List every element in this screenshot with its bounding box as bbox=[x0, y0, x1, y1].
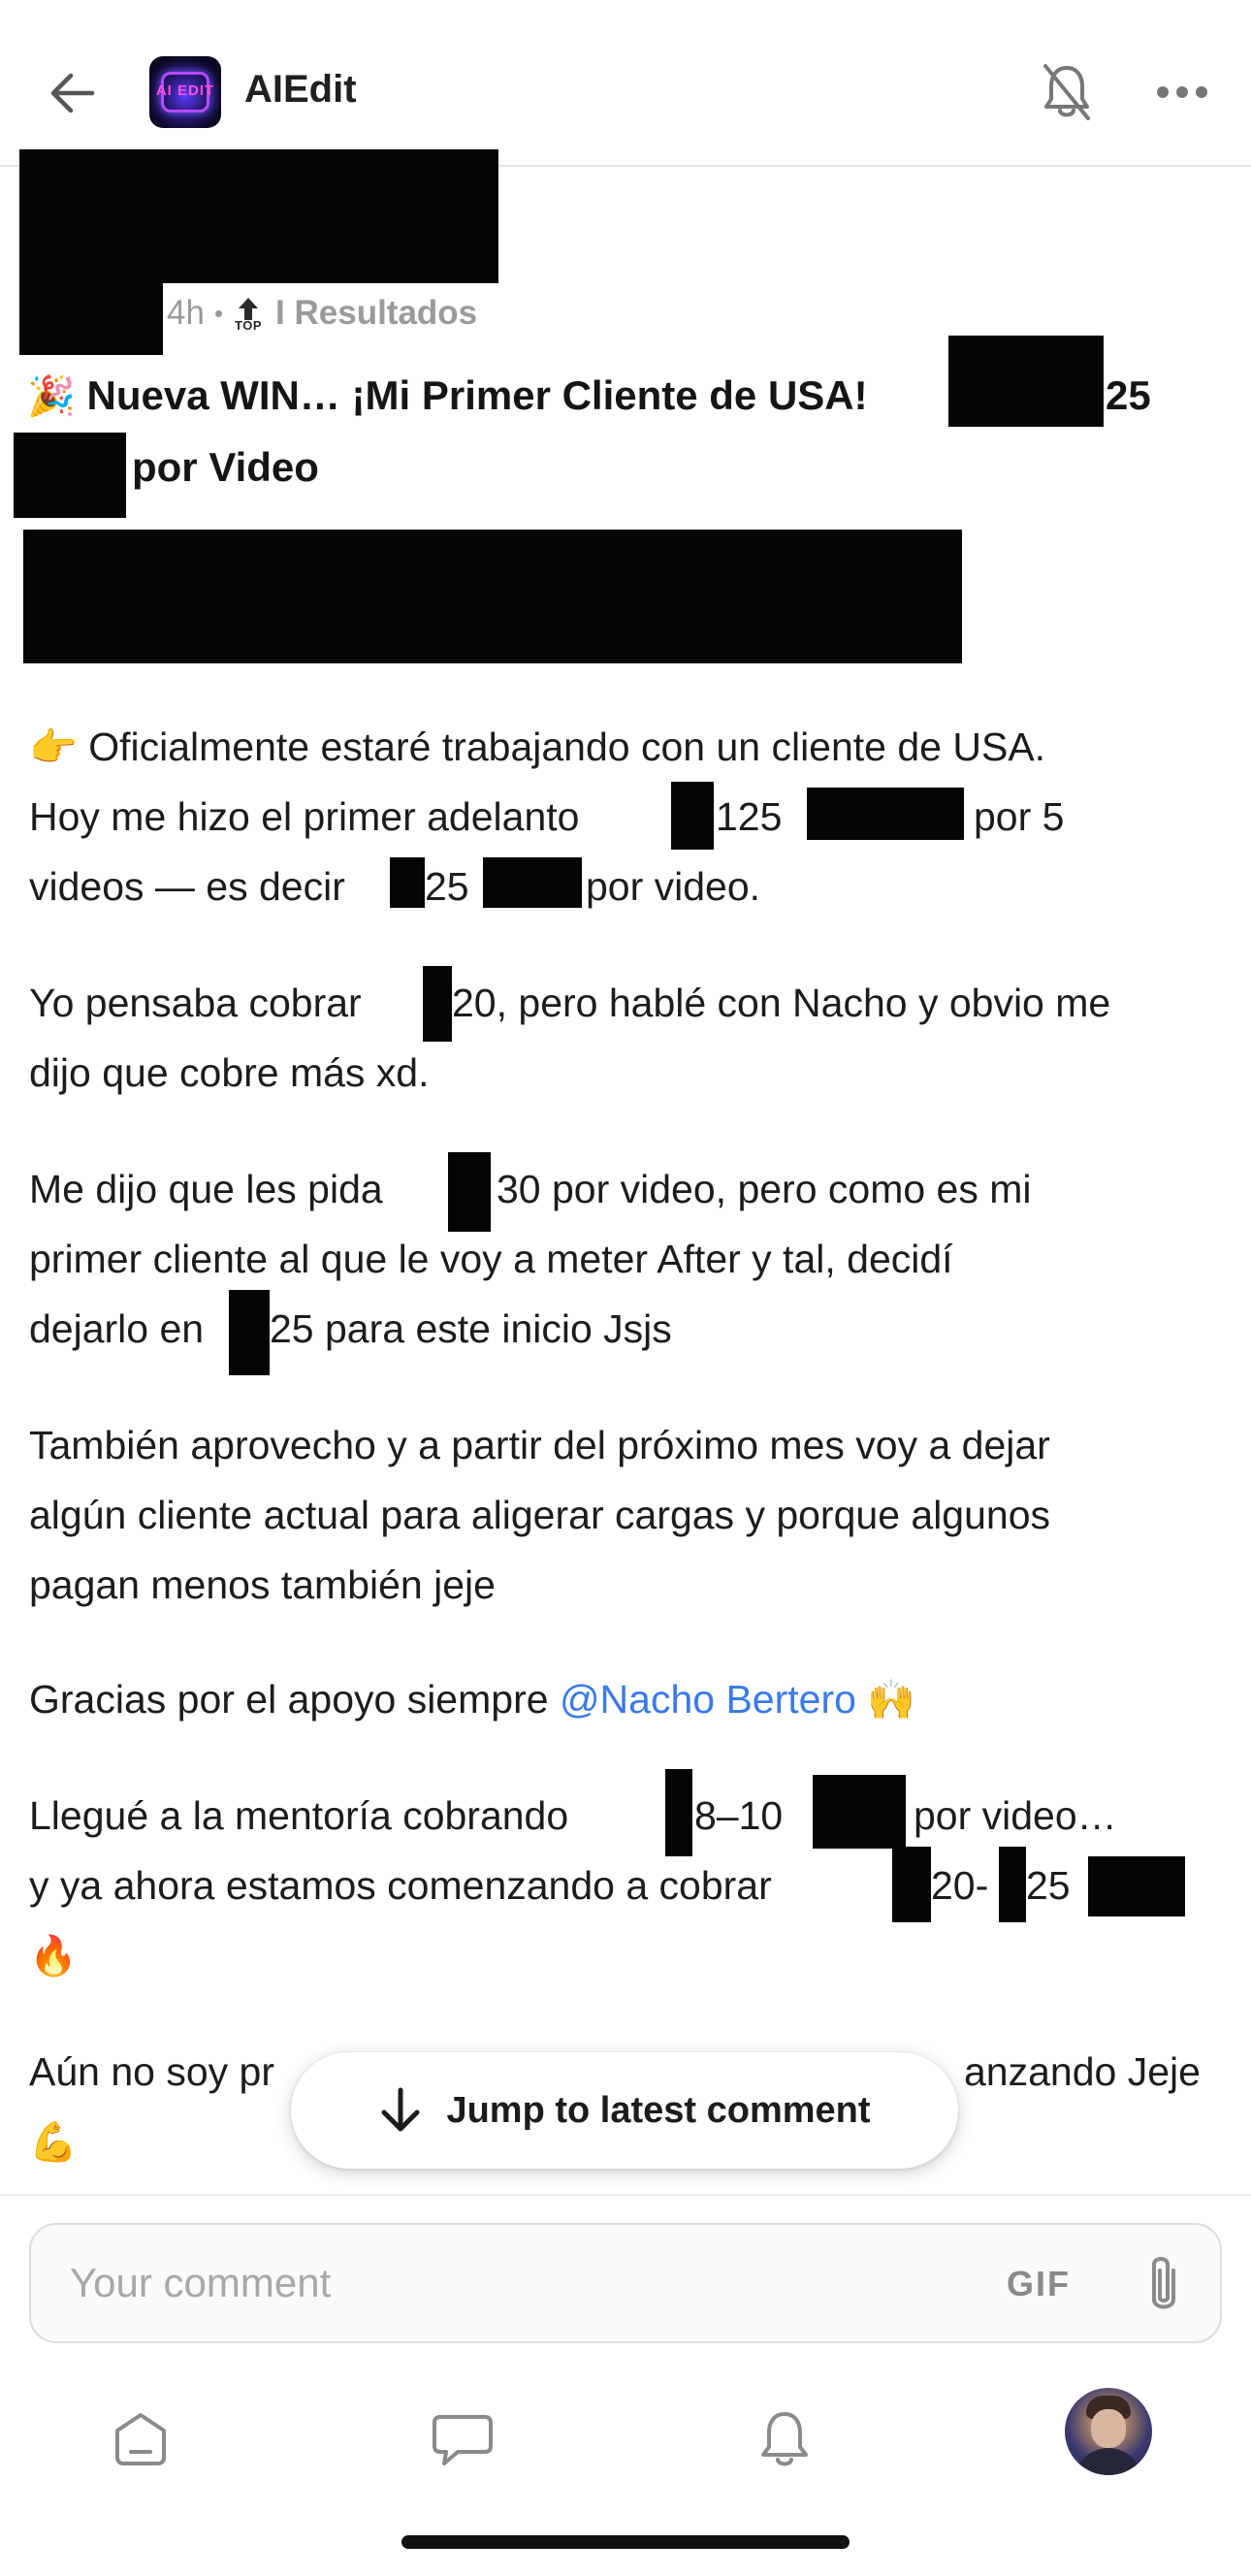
nav-home[interactable] bbox=[97, 2396, 184, 2483]
arrow-down-icon bbox=[381, 2087, 420, 2132]
body-text: por video. bbox=[586, 864, 761, 909]
nav-chat[interactable] bbox=[419, 2396, 506, 2483]
body-text: 30 por video, pero como es mi bbox=[497, 1167, 1032, 1211]
body-line: Aún no soy pr bbox=[29, 2049, 274, 2094]
comment-placeholder: Your comment bbox=[70, 2260, 332, 2305]
party-popper-emoji: 🎉 bbox=[27, 375, 76, 418]
comment-bar: Your comment GIF bbox=[0, 2194, 1251, 2343]
body-amount: 125 bbox=[716, 794, 783, 839]
more-icon bbox=[1157, 86, 1207, 98]
bottom-navigation bbox=[0, 2367, 1251, 2502]
redacted-symbol bbox=[423, 966, 452, 1042]
body-line: También aprovecho y a partir del próximo… bbox=[29, 1423, 1050, 1467]
title-text: Nueva WIN… ¡Mi Primer Cliente de USA! bbox=[86, 372, 868, 418]
notifications-icon bbox=[761, 2412, 808, 2466]
body-line: pagan menos también jeje bbox=[29, 1562, 496, 1607]
redacted-currency bbox=[1088, 1856, 1185, 1916]
redacted-symbol bbox=[892, 1847, 931, 1922]
body-line: Yo pensaba cobrar bbox=[29, 981, 362, 1025]
bell-off-icon bbox=[1043, 64, 1090, 120]
raised-hands-emoji: 🙌 bbox=[867, 1679, 916, 1722]
pointing-right-emoji: 👉 bbox=[29, 726, 78, 769]
chat-icon bbox=[433, 2415, 493, 2465]
meta-separator: • bbox=[213, 298, 224, 328]
jump-label: Jump to latest comment bbox=[446, 2089, 871, 2131]
body-text: Gracias por el apoyo siempre bbox=[29, 1677, 549, 1722]
body-amount: 20- bbox=[931, 1863, 989, 1908]
redacted-currency bbox=[807, 788, 964, 840]
nav-notifications[interactable] bbox=[741, 2396, 828, 2483]
home-indicator[interactable] bbox=[401, 2535, 850, 2549]
top-bar: AI EDIT AIEdit bbox=[0, 0, 1251, 167]
body-text: anzando Jeje bbox=[964, 2049, 1201, 2094]
post-meta: 4h • TOP I Resultados bbox=[167, 289, 477, 338]
comment-input[interactable]: Your comment GIF bbox=[29, 2223, 1222, 2343]
body-text: por 5 bbox=[974, 794, 1065, 839]
redacted-image bbox=[23, 530, 962, 663]
body-line: Gracias por el apoyo siempre @Nacho Bert… bbox=[29, 1664, 915, 1735]
redacted-currency bbox=[14, 433, 126, 518]
post-title-line-1: 🎉 Nueva WIN… ¡Mi Primer Cliente de USA! bbox=[27, 361, 868, 432]
redacted-symbol bbox=[999, 1847, 1026, 1922]
redacted-currency bbox=[813, 1775, 906, 1849]
redacted-symbol bbox=[390, 857, 425, 908]
profile-avatar[interactable] bbox=[1065, 2388, 1152, 2475]
flexed-biceps-emoji: 💪 bbox=[29, 2121, 78, 2164]
body-line: 💪 bbox=[29, 2107, 78, 2177]
body-text: por video… bbox=[914, 1793, 1117, 1838]
mention-link[interactable]: @Nacho Bertero bbox=[560, 1677, 856, 1722]
logo-text: AI EDIT bbox=[155, 82, 215, 99]
mute-notifications-button[interactable] bbox=[1038, 58, 1096, 126]
body-line: dejarlo en bbox=[29, 1306, 205, 1351]
redacted-symbol bbox=[229, 1290, 270, 1375]
body-text: 25 para este inicio Jsjs bbox=[270, 1306, 672, 1351]
post-category[interactable]: I Resultados bbox=[275, 294, 477, 333]
gif-button[interactable]: GIF bbox=[1007, 2264, 1071, 2304]
redacted-symbol bbox=[671, 782, 714, 850]
redacted-symbol bbox=[448, 1152, 491, 1232]
avatar-face bbox=[1091, 2409, 1126, 2448]
body-line: 👉 Oficialmente estaré trabajando con un … bbox=[29, 712, 1045, 783]
redacted-currency bbox=[948, 336, 1104, 427]
body-line: Llegué a la mentoría cobrando bbox=[29, 1793, 569, 1838]
redacted-author-avatar bbox=[19, 283, 163, 355]
body-amount: 8–10 bbox=[694, 1793, 784, 1838]
more-options-button[interactable] bbox=[1148, 68, 1216, 116]
paperclip-icon bbox=[1152, 2257, 1175, 2309]
body-line: primer cliente al que le voy a meter Aft… bbox=[29, 1237, 953, 1281]
redacted-currency bbox=[483, 857, 582, 908]
post-title-line-2: por Video bbox=[132, 444, 319, 490]
body-text: Oficialmente estaré trabajando con un cl… bbox=[88, 724, 1046, 769]
group-name[interactable]: AIEdit bbox=[244, 68, 357, 112]
back-button[interactable] bbox=[39, 60, 105, 126]
fire-emoji: 🔥 bbox=[29, 1935, 78, 1978]
body-text: 20, pero hablé con Nacho y obvio me bbox=[452, 981, 1111, 1025]
home-icon bbox=[115, 2413, 166, 2465]
body-line: Me dijo que les pida bbox=[29, 1167, 383, 1211]
body-line: algún cliente actual para aligerar carga… bbox=[29, 1493, 1051, 1537]
top-label: TOP bbox=[235, 317, 263, 333]
attach-button[interactable] bbox=[1135, 2252, 1193, 2318]
body-amount: 25 bbox=[1026, 1863, 1071, 1908]
body-line: 🔥 bbox=[29, 1920, 78, 1991]
body-line: videos — es decir bbox=[29, 864, 345, 909]
body-line: y ya ahora estamos comenzando a cobrar bbox=[29, 1863, 772, 1908]
back-arrow-icon bbox=[50, 73, 95, 113]
jump-to-latest-comment-button[interactable]: Jump to latest comment bbox=[291, 2052, 958, 2169]
top-post-badge: TOP bbox=[235, 295, 262, 333]
group-logo[interactable]: AI EDIT bbox=[149, 56, 221, 128]
body-line: dijo que cobre más xd. bbox=[29, 1050, 430, 1095]
post-title-amount: 25 bbox=[1106, 372, 1151, 418]
post-time: 4h bbox=[167, 294, 205, 332]
redacted-symbol bbox=[665, 1769, 692, 1856]
redacted-author-name bbox=[19, 149, 498, 283]
body-amount: 25 bbox=[425, 864, 469, 909]
avatar-body bbox=[1075, 2448, 1142, 2475]
body-line: Hoy me hizo el primer adelanto bbox=[29, 794, 580, 839]
